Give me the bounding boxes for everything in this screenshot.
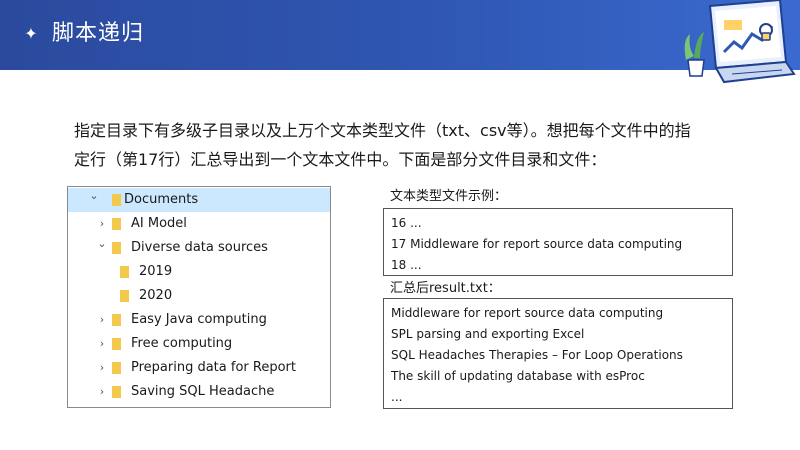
chevron-down-icon[interactable]: ⌄ [88, 184, 100, 208]
tree-item-label: 2019 [139, 264, 173, 279]
folder-tree: ⌄ Documents › AI Model ⌄ Diverse data sources… [67, 186, 331, 408]
intro-line-2: 定行（第17行）汇总导出到一个文本文件中。下面是部分文件目录和文件： [74, 150, 607, 169]
tree-item[interactable]: › Preparing data for Report [68, 356, 330, 380]
sample-line: 16 ... [391, 216, 422, 230]
tree-item[interactable]: › Easy Java computing [68, 308, 330, 332]
sample-file-label: 文本类型文件示例： [390, 189, 508, 204]
sample-line: 17 Middleware for report source data com… [391, 237, 683, 251]
result-line: The skill of updating database with esPr… [391, 369, 645, 383]
folder-icon [112, 386, 121, 398]
tree-item[interactable]: 2020 [68, 284, 330, 308]
intro-paragraph: 指定目录下有多级子目录以及上万个文本类型文件（txt、csv等）。想把每个文件中… [74, 116, 734, 174]
chevron-right-icon[interactable]: › [96, 332, 108, 356]
tree-item-label: Documents [124, 192, 199, 207]
sample-line: 18 ... [391, 258, 422, 272]
result-line: ... [391, 390, 403, 404]
chevron-right-icon[interactable]: › [96, 356, 108, 380]
folder-icon [112, 338, 121, 350]
folder-icon [112, 362, 121, 374]
tree-item-label: Free computing [131, 336, 233, 351]
tree-item[interactable]: › Saving SQL Headache [68, 380, 330, 404]
laptop-illustration-icon [684, 0, 796, 84]
tree-item-label: Easy Java computing [131, 312, 267, 327]
tree-item[interactable]: ⌄ Diverse data sources [68, 236, 330, 260]
chevron-right-icon[interactable]: › [96, 380, 108, 404]
folder-icon [112, 194, 121, 206]
result-file-label: 汇总后result.txt： [390, 281, 501, 296]
tree-item-label: AI Model [131, 216, 187, 231]
folder-icon [112, 314, 121, 326]
folder-icon [112, 242, 121, 254]
result-line: Middleware for report source data comput… [391, 306, 664, 320]
tree-item[interactable]: › Free computing [68, 332, 330, 356]
result-line: SQL Headaches Therapies – For Loop Opera… [391, 348, 683, 362]
tree-item-label: Saving SQL Headache [131, 384, 275, 399]
result-file-box: Middleware for report source data comput… [383, 298, 733, 409]
page-title: 脚本递归 [52, 21, 145, 46]
chevron-down-icon[interactable]: ⌄ [96, 232, 108, 256]
sample-file-box: 16 ... 17 Middleware for report source d… [383, 208, 733, 276]
tree-item[interactable]: 2019 [68, 260, 330, 284]
sparkle-icon: ✦ [24, 24, 38, 43]
folder-icon [120, 290, 129, 302]
chevron-right-icon[interactable]: › [96, 308, 108, 332]
result-line: SPL parsing and exporting Excel [391, 327, 585, 341]
tree-item[interactable]: ⌄ Documents [68, 188, 330, 212]
tree-item-label: Diverse data sources [131, 240, 268, 255]
tree-item-label: Preparing data for Report [131, 360, 296, 375]
tree-item-label: 2020 [139, 288, 173, 303]
folder-icon [112, 218, 121, 230]
title-banner: ✦ 脚本递归 [0, 0, 800, 84]
folder-icon [120, 266, 129, 278]
intro-line-1: 指定目录下有多级子目录以及上万个文本类型文件（txt、csv等）。想把每个文件中… [74, 121, 691, 140]
